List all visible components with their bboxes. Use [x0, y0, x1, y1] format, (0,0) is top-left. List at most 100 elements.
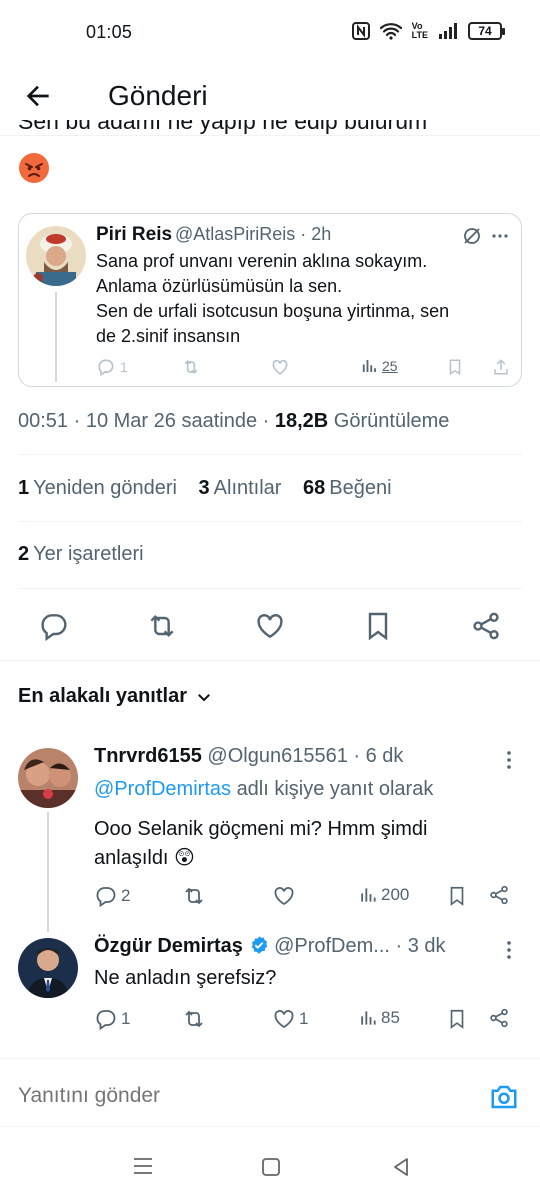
home-icon[interactable] [261, 1157, 281, 1177]
reply-text: Ooo Selanik göçmeni mi? Hmm şimdi anlaşı… [94, 818, 428, 869]
bookmark-button[interactable] [362, 610, 394, 642]
repost-icon [185, 887, 203, 905]
grok-icon[interactable] [462, 226, 482, 246]
reply-repost-button[interactable] [182, 1007, 209, 1031]
reply-action-bar: 2 200 [94, 884, 514, 910]
quote-author-name[interactable]: Piri Reis [96, 224, 172, 246]
reposts-stat[interactable]: 1 Yeniden gönderi [18, 477, 177, 499]
bookmark-icon [450, 1009, 464, 1029]
battery-icon: 74 [468, 22, 505, 40]
quote-text: Sana prof unvanı verenin aklına sokayım.… [96, 249, 506, 349]
tweet-text: Sen bu adamı ne yapıp ne edip bulurum [18, 120, 428, 134]
bookmark-icon [368, 612, 388, 641]
bookmark-icon [449, 359, 461, 376]
status-time: 01:05 [86, 22, 133, 42]
share-icon [494, 359, 508, 375]
reply-avatar[interactable] [18, 748, 78, 808]
heart-icon [272, 359, 288, 375]
mention-link[interactable]: @ProfDemirtas [94, 778, 231, 800]
quote-line: Anlama özürlüsümüsün la sen. [96, 276, 343, 296]
share-icon [473, 612, 499, 640]
reply-handle[interactable]: @ProfDem... [274, 935, 390, 957]
reply-avatar[interactable] [18, 938, 78, 998]
tweet-meta: 00:51 · 10 Mar 26 saatinde · 18,2B Görün… [18, 410, 450, 432]
views-icon [361, 1011, 376, 1025]
share-button[interactable] [470, 610, 502, 642]
reply-icon [96, 887, 116, 908]
reply-like-button[interactable] [272, 884, 299, 908]
quote-line: Sana prof unvanı verenin aklına sokayım. [96, 251, 428, 271]
quote-line: Sen de urfali isotcusun boşuna yirtinma,… [96, 301, 450, 321]
more-icon[interactable] [490, 226, 510, 246]
reply-like-button[interactable]: 1 [272, 1007, 308, 1031]
quote-bookmark-button[interactable] [446, 357, 464, 377]
repost-icon [150, 614, 174, 638]
repost-icon [184, 359, 198, 375]
reply-icon [96, 1010, 116, 1031]
system-nav-bar [0, 1140, 540, 1200]
reply-text: Ne anladın şerefsiz? [94, 967, 277, 989]
quote-reply-button[interactable]: 1 [96, 357, 128, 377]
volte-icon: Vo LTE [411, 21, 428, 40]
camera-button[interactable] [488, 1082, 520, 1112]
divider [18, 588, 522, 589]
back-button[interactable] [22, 80, 62, 114]
reply-time[interactable]: 3 dk [408, 935, 446, 957]
quotes-stat[interactable]: 3 Alıntılar [199, 477, 282, 499]
quote-thread-line [55, 292, 57, 382]
reply-header: Tnrvrd6155 @Olgun615561 · 6 dk [94, 745, 404, 767]
verified-badge-icon [251, 936, 267, 954]
heart-icon [274, 887, 294, 906]
quote-handle-time[interactable]: @AtlasPiriReis · 2h [175, 224, 331, 245]
reply-reply-button[interactable]: 1 [94, 1007, 130, 1031]
more-icon[interactable] [502, 750, 516, 770]
views-icon [362, 360, 376, 372]
views-icon [361, 888, 376, 902]
divider [0, 1126, 540, 1127]
replying-to: @ProfDemirtas adlı kişiye yanıt olarak [94, 778, 434, 800]
page-title: Gönderi [108, 80, 208, 111]
reply-header: Özgür Demirtaş @ProfDem... · 3 dk [94, 935, 446, 957]
reply-time[interactable]: 6 dk [366, 745, 404, 767]
quote-line: de 2.sinif insansın [96, 326, 241, 346]
wifi-icon [379, 23, 402, 40]
quote-views-button[interactable]: 25 [360, 357, 398, 375]
reply-icon [41, 614, 67, 641]
replies-sort-dropdown[interactable]: En alakalı yanıtlar [18, 685, 213, 708]
repost-icon [185, 1010, 203, 1028]
quote-action-bar: 1 25 [96, 357, 510, 379]
status-icons: Vo LTE 74 [351, 21, 505, 40]
menu-icon[interactable] [132, 1156, 154, 1176]
quote-repost-button[interactable] [181, 357, 201, 377]
quote-like-button[interactable] [270, 357, 290, 377]
quote-avatar[interactable] [26, 226, 86, 286]
reply-handle[interactable]: @Olgun615561 [207, 745, 347, 767]
reply-views-button[interactable]: 85 [358, 1007, 400, 1029]
reply-share-button[interactable] [488, 884, 510, 906]
engagement-stats: 1 Yeniden gönderi 3 Alıntılar 68 Beğeni [18, 477, 408, 500]
bookmarks-stat[interactable]: 2 Yer işaretleri [18, 543, 144, 566]
reply-views-button[interactable]: 200 [358, 884, 409, 906]
reply-button[interactable] [38, 610, 70, 642]
quote-share-button[interactable] [492, 357, 510, 377]
likes-stat[interactable]: 68 Beğeni [303, 477, 392, 499]
reply-author-name[interactable]: Özgür Demirtaş [94, 935, 243, 957]
divider [0, 660, 540, 661]
like-button[interactable] [254, 610, 286, 642]
reply-share-button[interactable] [488, 1007, 510, 1029]
reply-author-name[interactable]: Tnrvrd6155 [94, 745, 202, 767]
reply-reply-button[interactable]: 2 [94, 884, 130, 908]
reply-input[interactable] [18, 1084, 458, 1108]
heart-icon [257, 614, 283, 639]
header-divider [0, 135, 540, 136]
chevron-down-icon [198, 693, 210, 701]
repost-button[interactable] [146, 610, 178, 642]
reply-bookmark-button[interactable] [446, 884, 468, 908]
more-icon[interactable] [502, 940, 516, 960]
reply-bookmark-button[interactable] [446, 1007, 468, 1031]
reply-thread-line [47, 812, 49, 932]
reply-icon [98, 359, 114, 376]
bookmark-icon [450, 886, 464, 906]
reply-repost-button[interactable] [182, 884, 209, 908]
back-nav-icon[interactable] [390, 1156, 412, 1178]
